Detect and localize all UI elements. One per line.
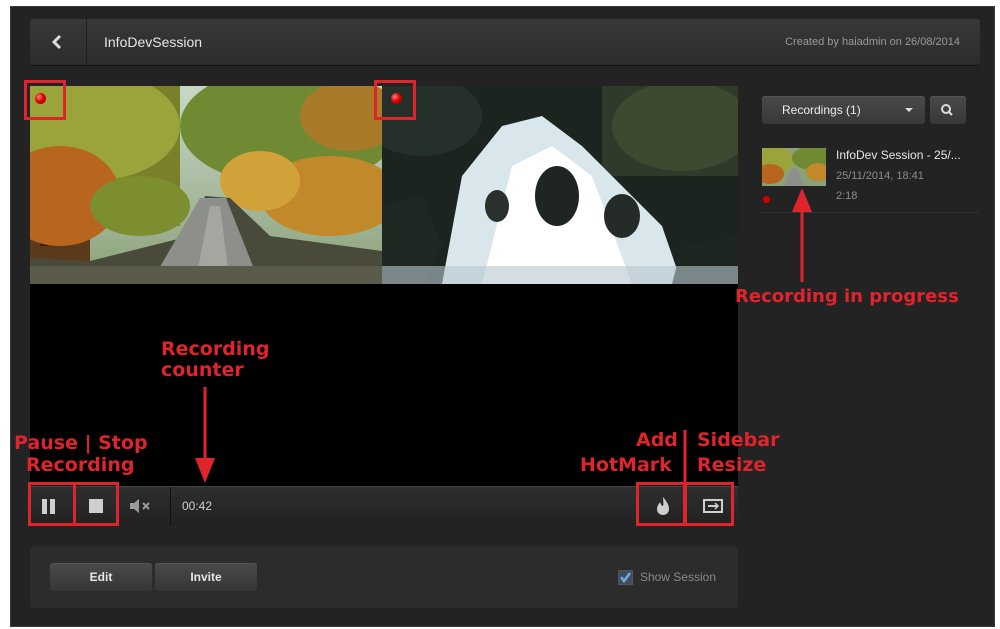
annotation-hotmark-line2: HotMark xyxy=(580,454,672,476)
annotation-counter-line1: Recording xyxy=(161,338,270,360)
annotation-counter-line2: counter xyxy=(161,359,244,381)
arrow-recording-head xyxy=(792,188,812,212)
arrow-counter-head xyxy=(195,458,215,483)
annotation-pause-stop-line1: Pause | Stop xyxy=(14,432,148,454)
annotation-pause-stop-line2: Recording xyxy=(26,454,135,476)
annotation-sidebar-line2: Resize xyxy=(697,454,767,476)
annotation-arrows xyxy=(195,188,812,484)
annotation-recording-in-progress: Recording in progress xyxy=(735,286,959,307)
annotation-sidebar-line1: Sidebar xyxy=(697,429,780,451)
annotation-hotmark-line1: Add xyxy=(636,429,678,451)
